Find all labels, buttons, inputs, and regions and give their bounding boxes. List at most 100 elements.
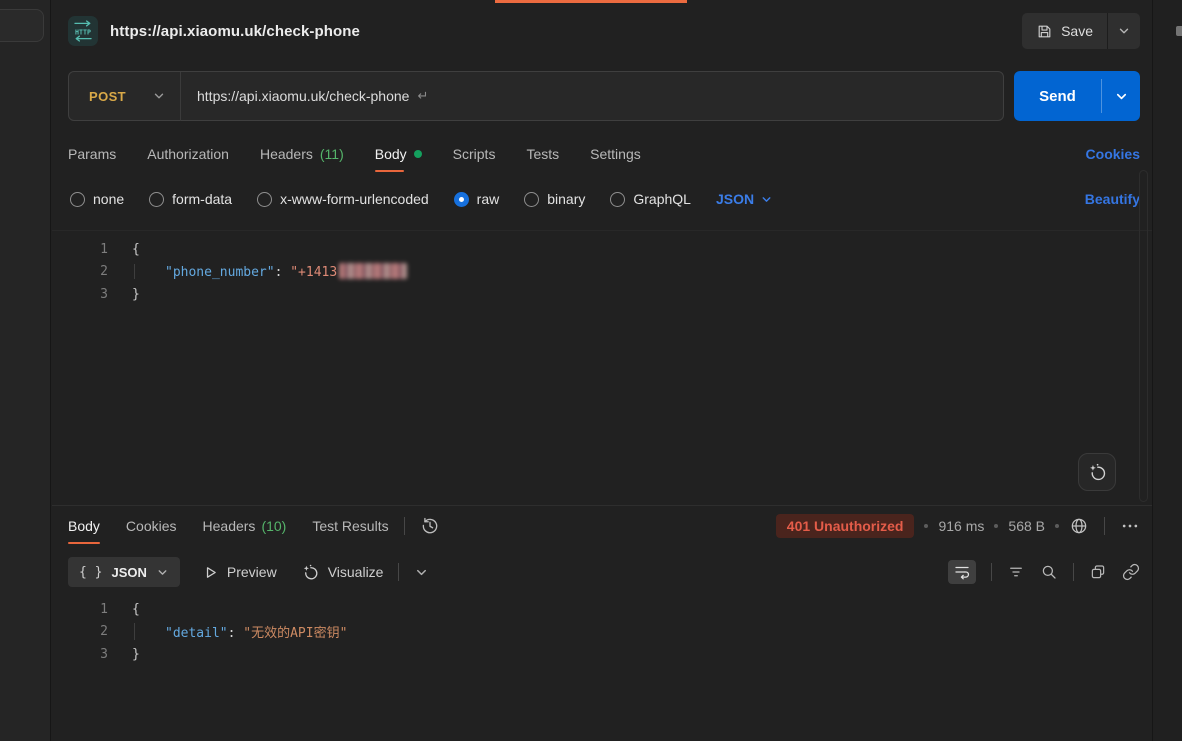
method-selector[interactable]: POST <box>69 89 180 104</box>
json-colon: : <box>228 626 244 641</box>
line-number: 3 <box>52 647 114 662</box>
tab-label: Headers <box>203 518 256 534</box>
request-body-editor[interactable]: 1 { 2 "phone_number": "+1413 3 } <box>52 230 1152 505</box>
response-tab-test-results[interactable]: Test Results <box>312 506 388 546</box>
visualize-sparkle-icon <box>301 563 320 582</box>
url-box-divider <box>180 72 181 121</box>
response-format-selector[interactable]: { } JSON <box>68 557 180 587</box>
line-number: 2 <box>52 624 114 639</box>
preview-play-icon <box>202 564 219 581</box>
radio-raw[interactable]: raw <box>454 191 500 207</box>
preview-label: Preview <box>227 564 277 580</box>
request-url-box: POST https://api.xiaomu.uk/check-phone ↵ <box>68 71 1004 121</box>
code-text: { <box>132 242 140 257</box>
tab-params[interactable]: Params <box>68 136 116 172</box>
radio-icon <box>610 192 625 207</box>
radio-none[interactable]: none <box>70 191 124 207</box>
response-tabs: Body Cookies Headers (10) Test Results <box>68 506 389 546</box>
code-line: 1 { <box>52 238 1152 261</box>
main-panel: HTTP https://api.xiaomu.uk/check-phone S… <box>52 0 1152 741</box>
radio-icon <box>257 192 272 207</box>
right-sidebar <box>1152 0 1182 741</box>
postbot-sparkle-icon <box>1087 462 1108 483</box>
filter-icon[interactable] <box>1007 563 1025 581</box>
sidebar-tab[interactable] <box>0 9 44 42</box>
radio-form-data[interactable]: form-data <box>149 191 232 207</box>
tab-label: Test Results <box>312 518 388 534</box>
save-options-caret[interactable] <box>1108 13 1140 49</box>
url-input[interactable]: https://api.xiaomu.uk/check-phone <box>197 88 409 104</box>
active-tab-indicator <box>495 0 687 3</box>
radio-icon <box>524 192 539 207</box>
save-button[interactable]: Save <box>1022 13 1140 49</box>
network-globe-icon[interactable] <box>1069 516 1089 536</box>
radio-graphql[interactable]: GraphQL <box>610 191 691 207</box>
separator <box>1073 563 1074 581</box>
json-key: "phone_number" <box>165 265 275 280</box>
separator <box>404 517 405 535</box>
tab-label: Body <box>375 146 407 162</box>
chevron-down-icon <box>760 193 773 206</box>
beautify-link[interactable]: Beautify <box>1085 191 1140 207</box>
visualize-button[interactable]: Visualize <box>301 563 384 582</box>
save-button-main[interactable]: Save <box>1022 13 1107 49</box>
response-body-editor[interactable]: 1 { 2 "detail": "无效的API密钥" 3 } <box>52 596 1152 741</box>
svg-text:HTTP: HTTP <box>75 28 91 36</box>
preview-button[interactable]: Preview <box>202 564 277 581</box>
postbot-button[interactable] <box>1078 453 1116 491</box>
response-time[interactable]: 916 ms <box>938 518 984 534</box>
radio-binary[interactable]: binary <box>524 191 585 207</box>
tab-count: (11) <box>320 146 344 162</box>
link-icon[interactable] <box>1122 563 1140 581</box>
dot-separator <box>1055 524 1059 528</box>
line-number: 2 <box>52 264 114 279</box>
response-tab-body[interactable]: Body <box>68 506 100 546</box>
tab-body[interactable]: Body <box>375 136 422 172</box>
dot-separator <box>994 524 998 528</box>
search-icon[interactable] <box>1040 563 1058 581</box>
more-options-icon[interactable] <box>1120 516 1140 536</box>
scrollbar-track[interactable] <box>1139 170 1148 502</box>
line-number: 1 <box>52 242 114 257</box>
toolbar-chevron-down-icon[interactable] <box>414 565 429 580</box>
radio-label: form-data <box>172 191 232 207</box>
send-button[interactable]: Send <box>1014 71 1140 121</box>
status-badge[interactable]: 401 Unauthorized <box>776 514 915 538</box>
chevron-down-icon <box>152 89 166 103</box>
request-title: https://api.xiaomu.uk/check-phone <box>110 23 360 40</box>
right-sidebar-icon[interactable] <box>1176 26 1182 36</box>
send-button-main[interactable]: Send <box>1014 71 1101 121</box>
code-line: 3 } <box>52 643 1152 666</box>
response-tab-cookies[interactable]: Cookies <box>126 506 177 546</box>
tab-headers[interactable]: Headers(11) <box>260 136 344 172</box>
tab-authorization[interactable]: Authorization <box>147 136 229 172</box>
radio-x-www-form-urlencoded[interactable]: x-www-form-urlencoded <box>257 191 429 207</box>
app-window: HTTP https://api.xiaomu.uk/check-phone S… <box>0 0 1182 741</box>
code-text: "detail": "无效的API密钥" <box>132 622 347 641</box>
response-size[interactable]: 568 B <box>1008 518 1045 534</box>
radio-label: x-www-form-urlencoded <box>280 191 429 207</box>
radio-icon <box>149 192 164 207</box>
language-selector[interactable]: JSON <box>716 191 773 207</box>
save-icon <box>1036 23 1053 40</box>
word-wrap-icon[interactable] <box>948 560 976 584</box>
braces-icon: { } <box>79 565 102 580</box>
radio-icon-selected <box>454 192 469 207</box>
tab-scripts[interactable]: Scripts <box>453 136 496 172</box>
response-toolbar: { } JSON Preview <box>68 556 1140 588</box>
cookies-link[interactable]: Cookies <box>1086 146 1140 162</box>
tab-count: (10) <box>261 518 286 534</box>
line-number: 3 <box>52 287 114 302</box>
tab-tests[interactable]: Tests <box>526 136 559 172</box>
code-line: 2 "detail": "无效的API密钥" <box>52 621 1152 644</box>
send-options-caret[interactable] <box>1102 71 1140 121</box>
response-tab-headers[interactable]: Headers (10) <box>203 506 287 546</box>
tab-settings[interactable]: Settings <box>590 136 641 172</box>
chevron-down-icon <box>1114 89 1129 104</box>
separator <box>398 563 399 581</box>
copy-icon[interactable] <box>1089 563 1107 581</box>
history-icon[interactable] <box>420 516 440 536</box>
json-key: "detail" <box>165 626 228 641</box>
line-number: 1 <box>52 602 114 617</box>
modified-dot <box>414 150 422 158</box>
